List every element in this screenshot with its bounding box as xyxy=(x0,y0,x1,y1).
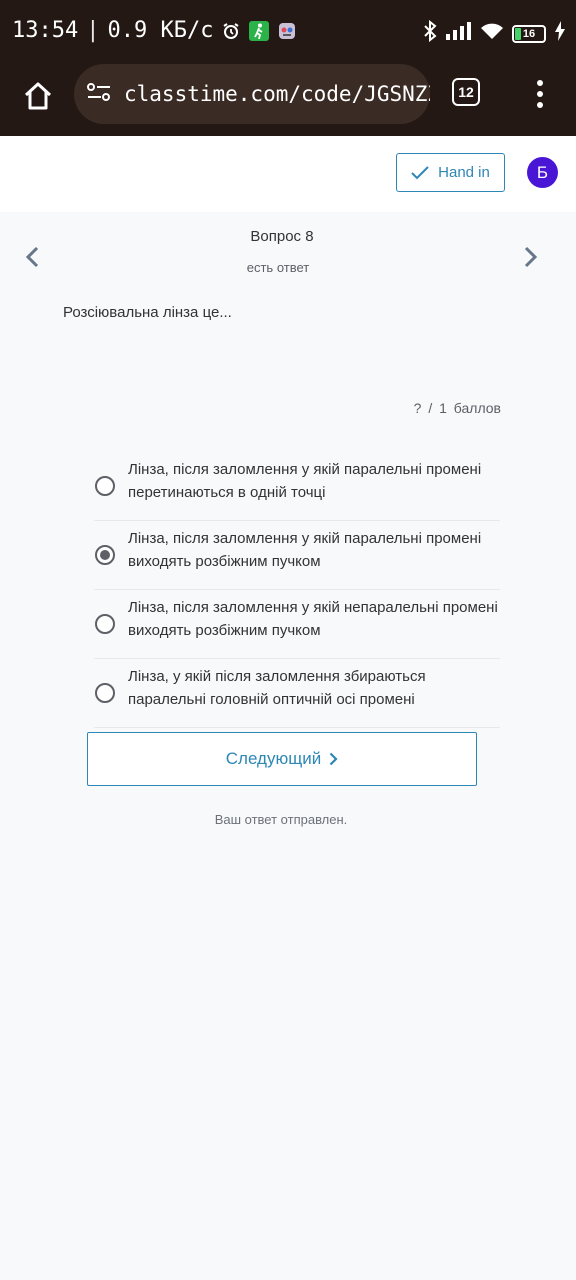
wifi-icon xyxy=(480,22,504,45)
walking-app-icon xyxy=(249,20,270,41)
clock: 13:54 xyxy=(12,18,79,43)
avatar[interactable]: Б xyxy=(527,157,558,188)
status-left: 13:54 | 0.9 КБ/с xyxy=(12,18,297,43)
chevron-right-icon xyxy=(329,752,338,766)
network-speed: 0.9 КБ/с xyxy=(107,18,214,43)
battery-level: 16 xyxy=(522,27,536,40)
battery-icon: 16 xyxy=(512,24,546,43)
points-label: ? / 1 баллов xyxy=(413,400,501,416)
answer-option-label: Лінза, у якій після заломлення збираютьс… xyxy=(128,668,426,708)
status-bar: 13:54 | 0.9 КБ/с 16 xyxy=(0,0,576,64)
battery-fill xyxy=(515,27,521,40)
app-header: Hand in Б xyxy=(0,136,576,212)
answer-option-label: Лінза, після заломлення у якій непаралел… xyxy=(128,599,498,639)
browser-toolbar: classtime.com/code/JGSNZZ/ 12 xyxy=(0,64,576,136)
next-button[interactable]: Следующий xyxy=(87,732,477,786)
answer-option-label: Лінза, після заломлення у якій паралельн… xyxy=(128,530,482,570)
alarm-icon xyxy=(221,21,241,41)
charging-icon xyxy=(554,21,566,46)
radio-button[interactable] xyxy=(95,683,115,703)
radio-button[interactable] xyxy=(95,614,115,634)
checkmark-icon xyxy=(411,165,429,179)
app-icon xyxy=(277,21,297,41)
answer-option[interactable]: Лінза, після заломлення у якій непаралел… xyxy=(94,590,500,659)
tab-switcher-button[interactable]: 12 xyxy=(452,78,480,106)
status-right: 16 xyxy=(422,19,566,47)
site-settings-icon[interactable] xyxy=(86,81,112,108)
bluetooth-icon xyxy=(422,19,438,47)
status-separator: | xyxy=(86,18,100,43)
more-menu-icon[interactable] xyxy=(530,76,550,112)
question-text: Розсіювальна лінза це... xyxy=(63,304,232,321)
signal-icon xyxy=(446,22,472,45)
answer-options: Лінза, після заломлення у якій паралельн… xyxy=(94,452,500,728)
address-bar[interactable]: classtime.com/code/JGSNZZ/ xyxy=(74,64,430,124)
answer-option[interactable]: Лінза, після заломлення у якій паралельн… xyxy=(94,521,500,590)
next-button-label: Следующий xyxy=(225,749,322,768)
radio-button[interactable] xyxy=(95,476,115,496)
question-status: есть ответ xyxy=(246,260,310,275)
home-button[interactable] xyxy=(18,76,58,116)
hand-in-button[interactable]: Hand in xyxy=(396,153,505,192)
answer-option[interactable]: Лінза, після заломлення у якій паралельн… xyxy=(94,452,500,521)
answer-option[interactable]: Лінза, у якій після заломлення збираютьс… xyxy=(94,659,500,728)
question-title: Вопрос 8 xyxy=(250,228,314,245)
radio-button-selected[interactable] xyxy=(95,545,115,565)
home-icon xyxy=(24,82,52,110)
hand-in-label: Hand in xyxy=(438,164,490,181)
url-text: classtime.com/code/JGSNZZ/ xyxy=(124,82,430,106)
answer-option-label: Лінза, після заломлення у якій паралельн… xyxy=(128,461,482,501)
answer-sent-message: Ваш ответ отправлен. xyxy=(214,812,348,827)
